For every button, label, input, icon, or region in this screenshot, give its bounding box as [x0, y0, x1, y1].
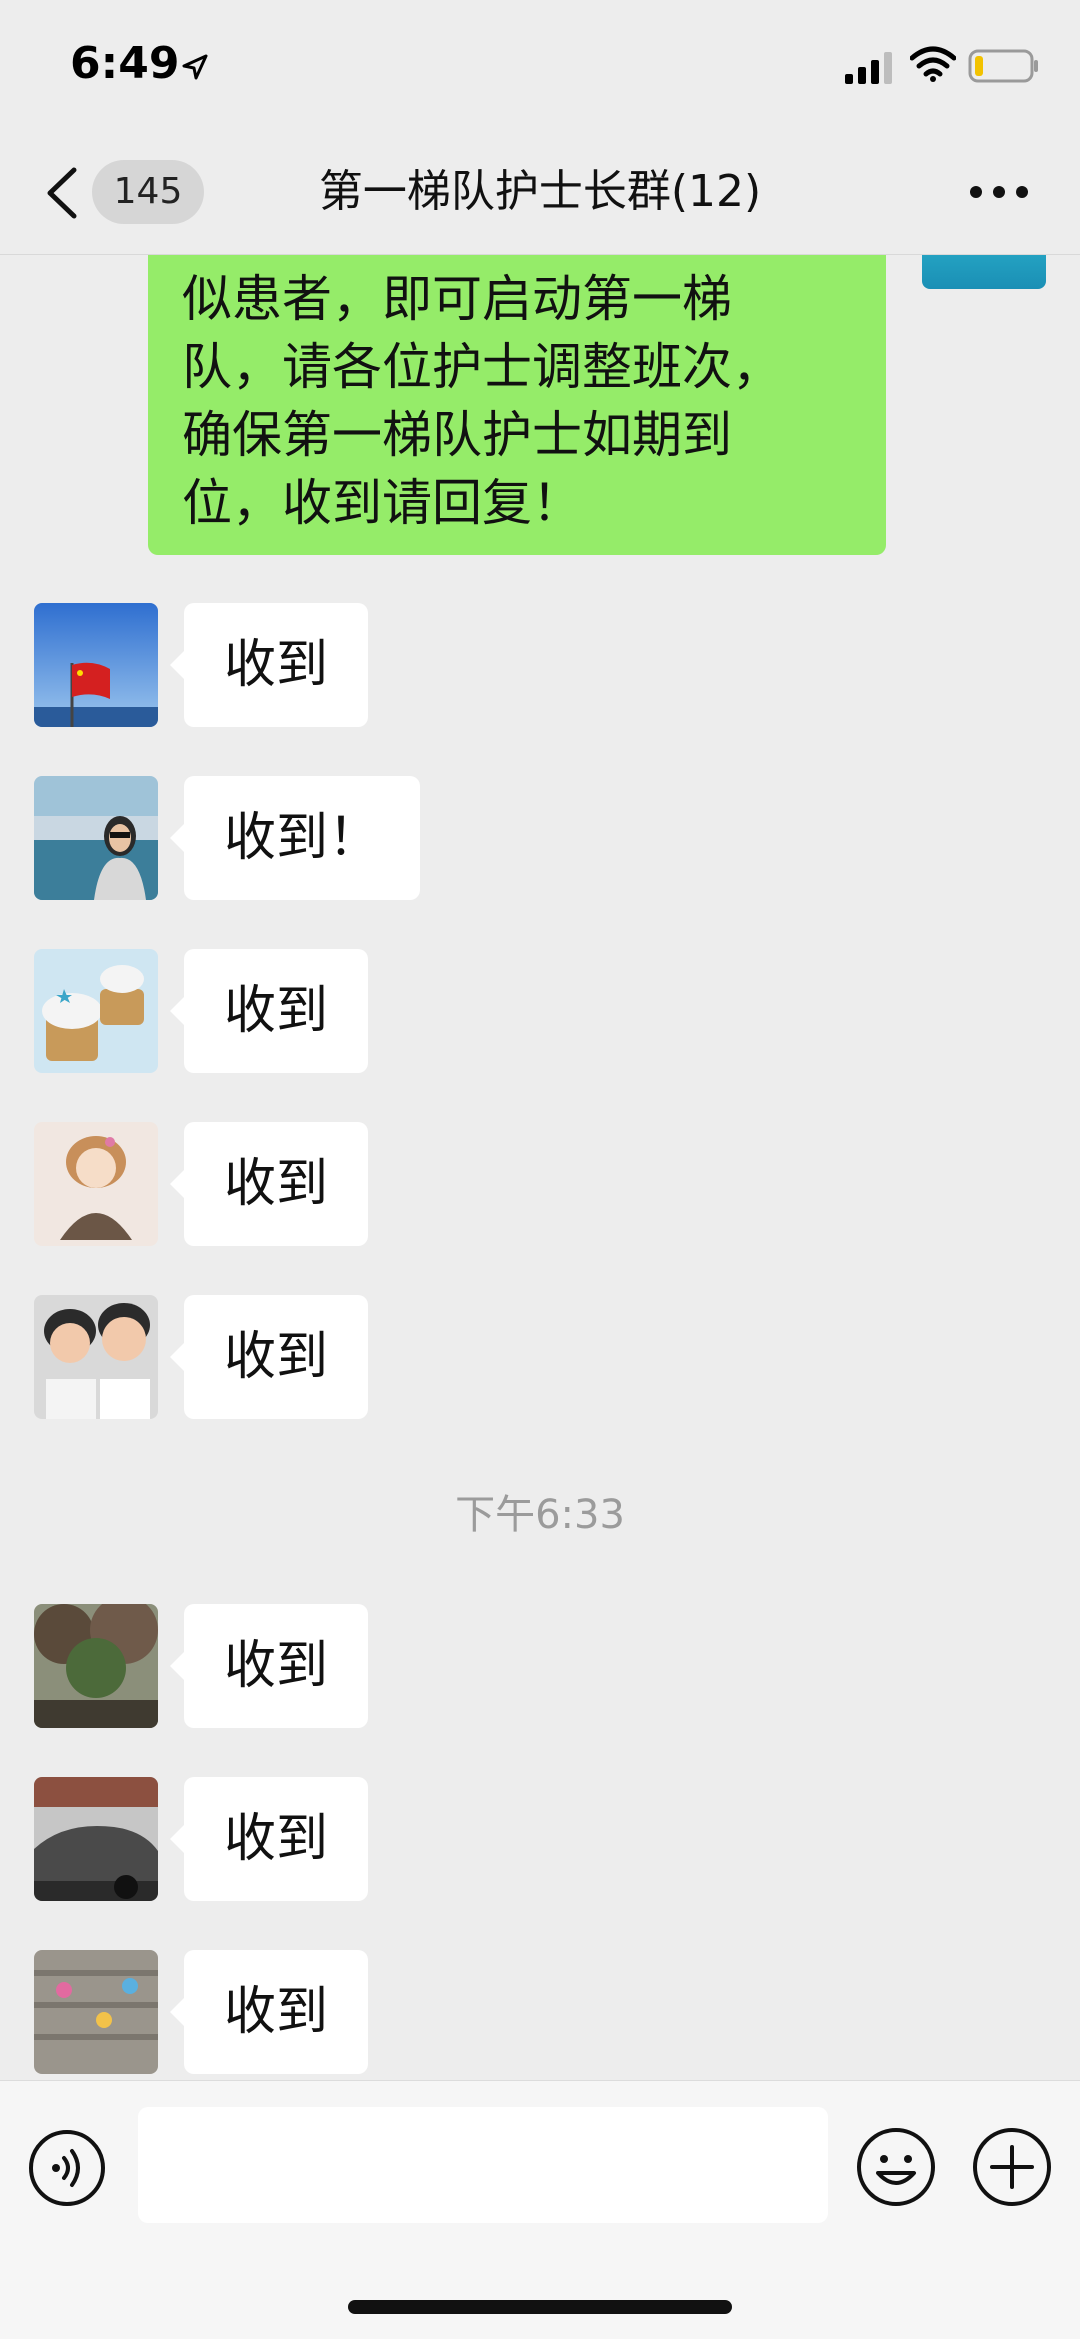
message-row: 收到: [34, 1604, 1034, 1728]
self-message-bubble[interactable]: 似患者，即可启动第一梯 队，请各位护士调整班次， 确保第一梯队护士如期到 位，收…: [148, 255, 886, 555]
message-input[interactable]: [138, 2107, 828, 2223]
status-bar: 6:49: [0, 0, 1080, 130]
unread-count-badge[interactable]: 145: [92, 160, 204, 224]
time-divider: 下午6:33: [455, 1492, 625, 1538]
avatar[interactable]: [34, 1604, 158, 1728]
message-row: 收到: [34, 1777, 1034, 1901]
location-arrow-icon: [182, 54, 208, 80]
avatar[interactable]: [34, 1950, 158, 2074]
plus-icon[interactable]: [972, 2127, 1052, 2207]
avatar-stone-steps-image: [34, 1950, 158, 2074]
message-row: 收到！: [34, 776, 1034, 900]
avatar-flag-image: [34, 603, 158, 727]
voice-input-icon[interactable]: [28, 2129, 106, 2207]
message-bubble[interactable]: 收到: [169, 949, 369, 1073]
cellular-signal-icon: [845, 52, 892, 84]
self-message-text: 似患者，即可启动第一梯 队，请各位护士调整班次， 确保第一梯队护士如期到 位，收…: [182, 270, 782, 532]
avatar-two-children-image: [34, 1295, 158, 1419]
message-bubble[interactable]: 收到！: [169, 776, 421, 900]
avatar[interactable]: [34, 1777, 158, 1901]
message-row: 收到: [34, 603, 1034, 727]
message-bubble[interactable]: 收到: [169, 1950, 369, 2074]
more-options-icon[interactable]: [968, 180, 1030, 204]
avatar[interactable]: [34, 1295, 158, 1419]
message-bubble[interactable]: 收到: [169, 1295, 369, 1419]
avatar[interactable]: [34, 776, 158, 900]
wifi-icon: [910, 46, 956, 82]
avatar-cupcake-image: [34, 949, 158, 1073]
message-row: 收到: [34, 1122, 1034, 1246]
message-list[interactable]: 似患者，即可启动第一梯 队，请各位护士调整班次， 确保第一梯队护士如期到 位，收…: [0, 255, 1080, 2080]
message-row: 收到: [34, 1295, 1034, 1419]
home-indicator[interactable]: [348, 2300, 732, 2314]
self-avatar[interactable]: [922, 255, 1046, 289]
avatar[interactable]: [34, 603, 158, 727]
emoji-icon[interactable]: [856, 2127, 936, 2207]
message-row: 收到: [34, 949, 1034, 1073]
message-bubble[interactable]: 收到: [169, 1122, 369, 1246]
message-row: 收到: [34, 1950, 1034, 2074]
chat-screen: 6:49 145 第一梯队护士长群(12) 似患者，即可启动第一梯 队，请各位护…: [0, 0, 1080, 2339]
avatar-trees-image: [34, 1604, 158, 1728]
avatar-car-image: [34, 1777, 158, 1901]
chat-header: 145 第一梯队护士长群(12): [0, 130, 1080, 255]
battery-icon: [968, 49, 1038, 83]
status-time: 6:49: [70, 38, 180, 89]
avatar-cartoon-girl-image: [34, 1122, 158, 1246]
chat-title: 第一梯队护士长群(12): [318, 166, 762, 217]
message-bubble[interactable]: 收到: [169, 1604, 369, 1728]
message-bubble[interactable]: 收到: [169, 1777, 369, 1901]
avatar[interactable]: [34, 1122, 158, 1246]
avatar-woman-seaside-image: [34, 776, 158, 900]
message-bubble[interactable]: 收到: [169, 603, 369, 727]
back-chevron-icon[interactable]: [42, 166, 82, 220]
avatar[interactable]: [34, 949, 158, 1073]
